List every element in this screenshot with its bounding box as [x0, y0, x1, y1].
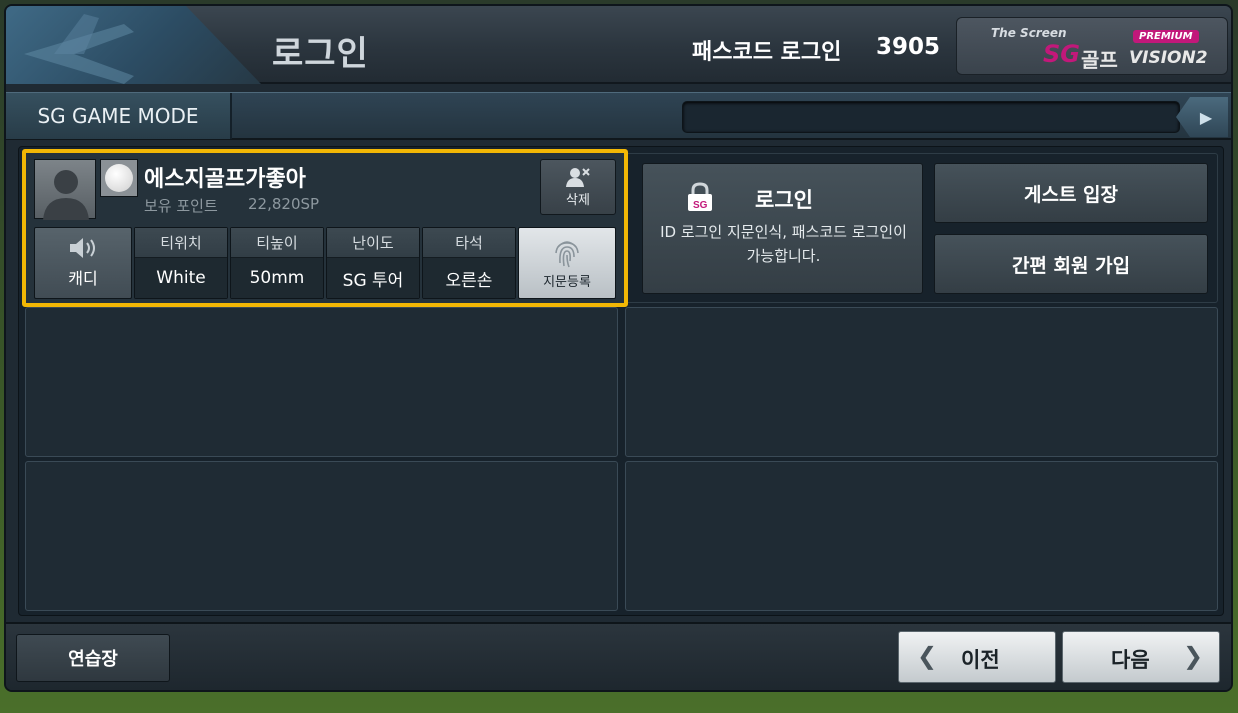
brand-logo: The Screen SG 골프 PREMIUM VISION2: [956, 17, 1228, 75]
practice-range-button[interactable]: 연습장: [16, 634, 170, 682]
option-value: SG 투어: [327, 258, 419, 298]
passcode-login-label: 패스코드 로그인: [692, 40, 842, 65]
player-card[interactable]: 에스지골프가좋아 보유 포인트 22,820SP 삭제 캐디 티위치 White…: [22, 149, 628, 307]
login-title: 로그인: [755, 188, 813, 212]
app-window: 로그인 패스코드 로그인 3905 The Screen SG 골프 PREMI…: [4, 4, 1233, 692]
speaker-icon: [70, 238, 95, 258]
fingerprint-register-button[interactable]: 지문등록: [518, 227, 616, 299]
play-button[interactable]: ▶: [1176, 97, 1228, 137]
login-button[interactable]: SG 로그인 ID 로그인 지문인식, 패스코드 로그인이 가능합니다.: [642, 163, 923, 294]
empty-slot-3[interactable]: [25, 461, 618, 611]
avatar: [34, 159, 96, 220]
guest-entry-button[interactable]: 게스트 입장: [934, 163, 1208, 223]
message-track: [682, 101, 1180, 133]
tee-height-option[interactable]: 티높이 50mm: [230, 227, 324, 299]
golf-ball-icon: [100, 159, 138, 197]
fingerprint-icon: [555, 240, 579, 267]
brand-the-screen: The Screen: [991, 26, 1067, 40]
lock-icon-text: SG: [693, 200, 708, 211]
player-name: 에스지골프가좋아: [144, 167, 306, 192]
empty-slot-4[interactable]: [625, 307, 1218, 457]
play-icon: ▶: [1199, 107, 1213, 127]
option-header: 티높이: [231, 228, 323, 258]
brand-vision: VISION2: [1129, 48, 1208, 68]
empty-slot-5[interactable]: [625, 461, 1218, 611]
page-title: 로그인: [272, 34, 369, 74]
option-value: 50mm: [231, 258, 323, 298]
quick-signup-button[interactable]: 간편 회원 가입: [934, 234, 1208, 294]
login-description: ID 로그인 지문인식, 패스코드 로그인이 가능합니다.: [660, 223, 907, 265]
option-header: 타석: [423, 228, 515, 258]
option-header: 난이도: [327, 228, 419, 258]
next-label: 다음: [1111, 648, 1150, 672]
points-label: 보유 포인트: [144, 197, 218, 215]
bottom-bar: 연습장 ❮ 이전 다음 ❯: [6, 622, 1231, 690]
delete-player-button[interactable]: 삭제: [540, 159, 616, 215]
tee-position-option[interactable]: 티위치 White: [134, 227, 228, 299]
empty-slot-2[interactable]: [25, 307, 618, 457]
option-value: White: [135, 258, 227, 298]
remove-user-icon: [566, 167, 590, 187]
prev-label: 이전: [961, 648, 1000, 672]
option-header: 티위치: [135, 228, 227, 258]
difficulty-option[interactable]: 난이도 SG 투어: [326, 227, 420, 299]
handedness-option[interactable]: 타석 오른손: [422, 227, 516, 299]
delete-label: 삭제: [566, 192, 590, 208]
mode-bar: SG GAME MODE ▶: [6, 92, 1231, 140]
game-mode-label: SG GAME MODE: [6, 93, 232, 139]
chevron-right-icon: ❯: [1183, 642, 1204, 670]
points-value: 22,820SP: [248, 195, 320, 213]
next-button[interactable]: 다음 ❯: [1062, 631, 1220, 683]
brand-sg: SG: [1043, 40, 1080, 68]
header: 로그인 패스코드 로그인 3905 The Screen SG 골프 PREMI…: [6, 6, 1231, 84]
header-decoration: [6, 6, 261, 84]
prev-button[interactable]: ❮ 이전: [898, 631, 1056, 683]
user-silhouette-icon: [43, 170, 89, 220]
fingerprint-label: 지문등록: [543, 274, 591, 290]
caddy-button[interactable]: 캐디: [34, 227, 132, 299]
chevron-left-icon: ❮: [917, 642, 938, 670]
brand-golf: 골프: [1081, 48, 1118, 72]
plane-icon: [24, 14, 134, 84]
option-value: 오른손: [423, 258, 515, 298]
caddy-label: 캐디: [68, 269, 98, 288]
brand-premium-badge: PREMIUM: [1133, 30, 1199, 43]
lock-icon: SG: [688, 182, 712, 211]
passcode-value: 3905: [876, 34, 941, 60]
